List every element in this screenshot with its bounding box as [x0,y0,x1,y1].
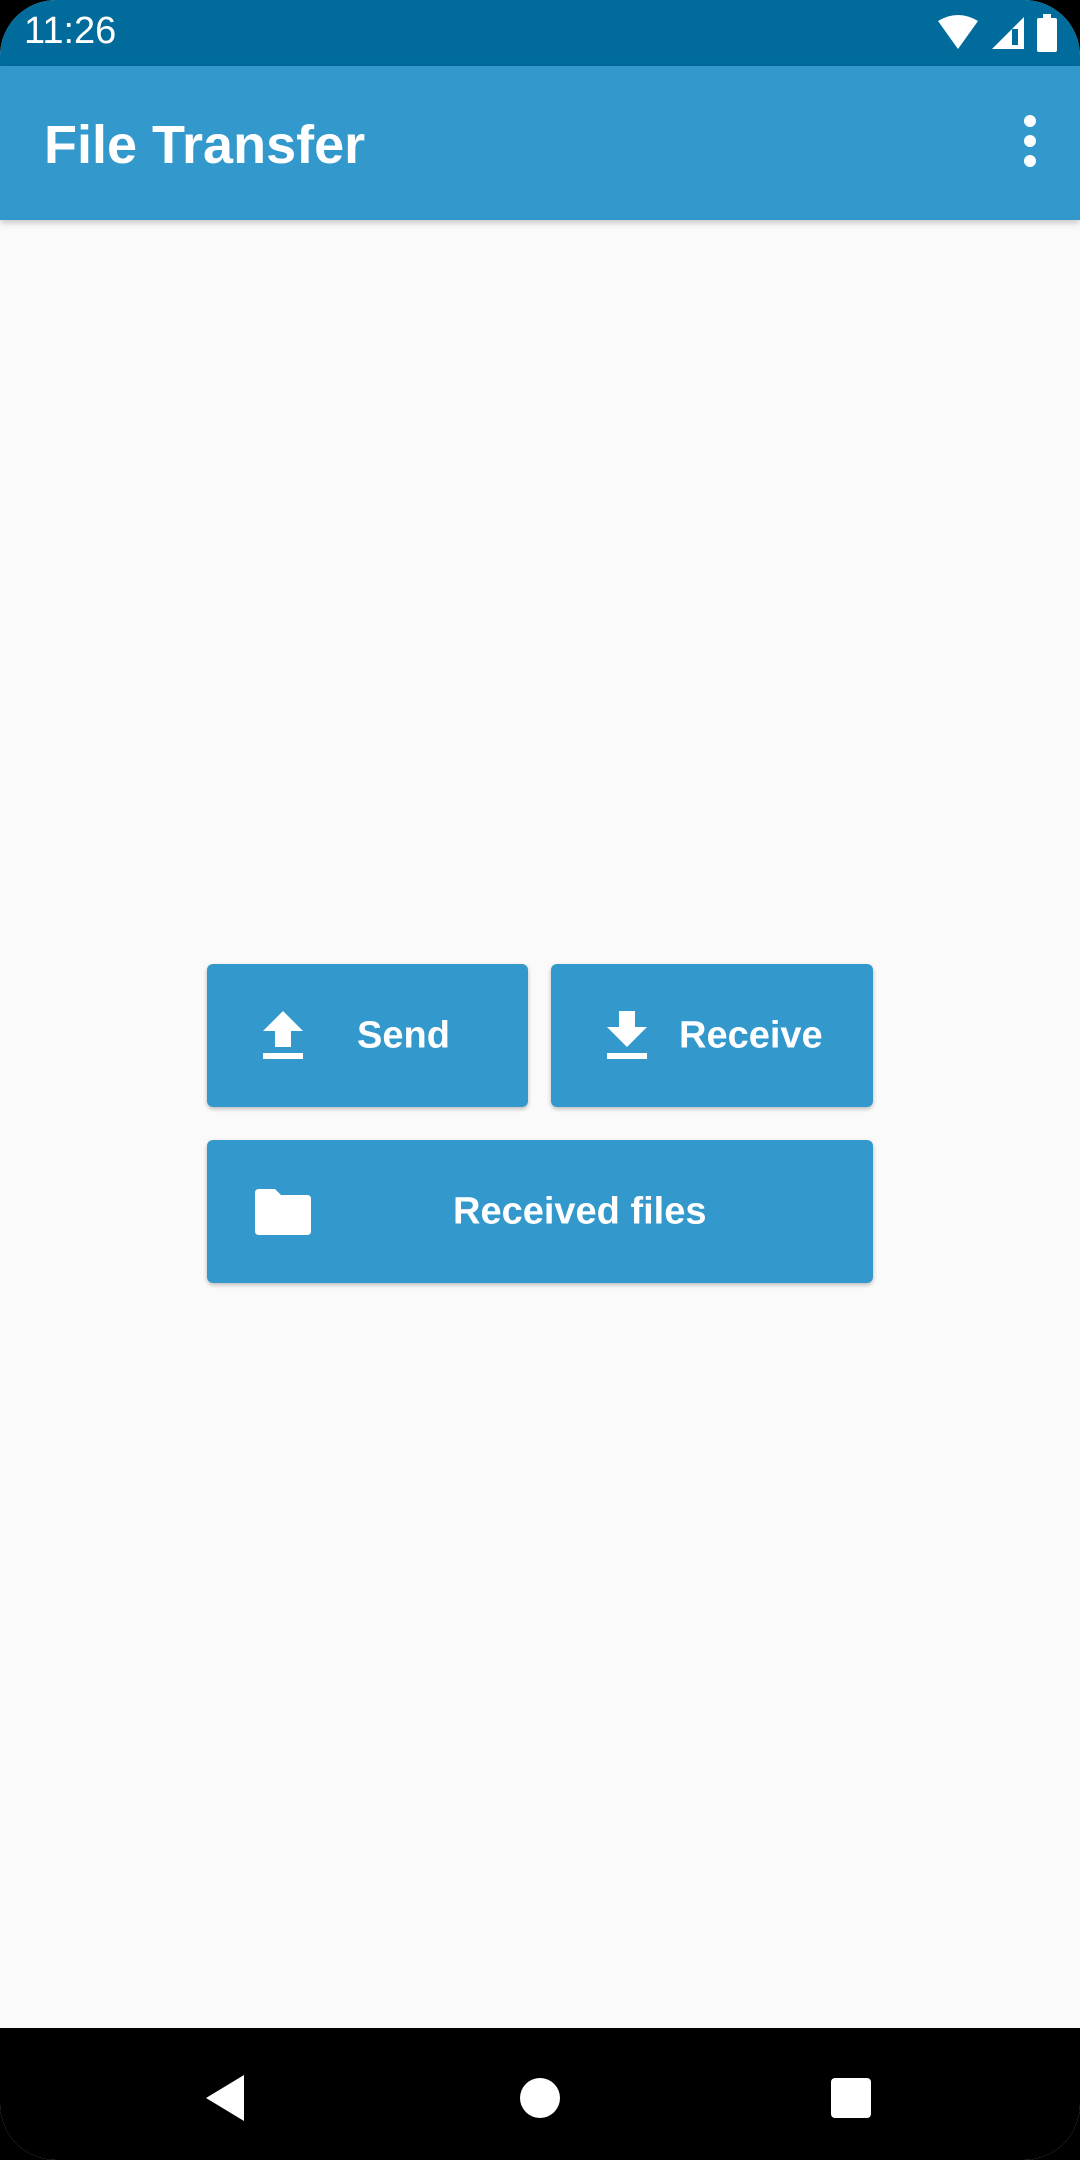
more-options-button[interactable] [1000,106,1060,176]
battery-icon [1037,14,1057,52]
download-icon [607,1010,647,1059]
recents-icon [831,2078,871,2118]
app-title: File Transfer [44,115,366,175]
folder-icon [255,1188,311,1235]
send-label: Send [357,1014,450,1056]
more-vert-icon-dot [1024,135,1036,147]
status-bar: 11:26 [0,0,1080,66]
receive-button[interactable]: Receive [551,964,873,1107]
received-files-button[interactable]: Received files [207,1140,873,1283]
navigation-bar [0,2028,1080,2160]
back-icon [206,2075,244,2121]
wifi-icon [938,15,978,49]
status-time: 11:26 [24,10,117,52]
nav-recents-button[interactable] [811,2058,891,2138]
receive-label: Receive [679,1014,823,1056]
upload-icon [263,1010,303,1059]
status-icons [936,14,1058,52]
cell-signal-icon [992,17,1024,49]
app-bar: File Transfer [0,66,1080,220]
more-vert-icon-dot [1024,115,1036,127]
nav-back-button[interactable] [186,2058,266,2138]
more-vert-icon-dot [1024,155,1036,167]
received-files-label: Received files [453,1190,707,1232]
home-icon [520,2078,560,2118]
send-button[interactable]: Send [207,964,528,1107]
screen: 11:26 File Transfer Send Receive Receive… [0,0,1080,2160]
nav-home-button[interactable] [500,2058,580,2138]
